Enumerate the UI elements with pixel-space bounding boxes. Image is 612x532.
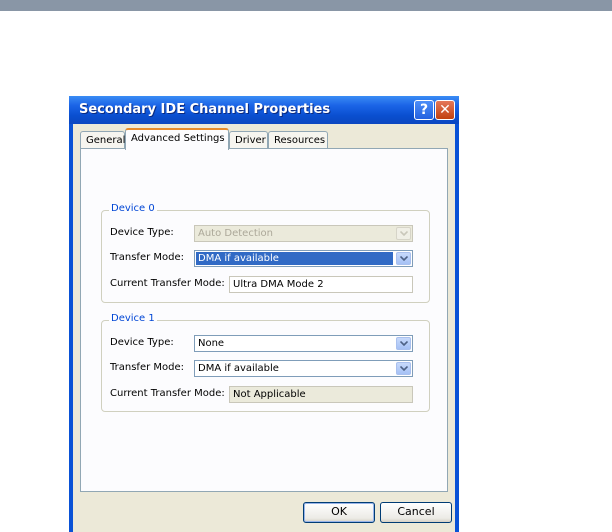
chevron-down-icon: [396, 337, 411, 350]
device0-current-mode-label: Current Transfer Mode:: [110, 278, 225, 289]
device0-transfer-mode-label: Transfer Mode:: [110, 252, 185, 263]
ok-button[interactable]: OK: [303, 502, 375, 523]
device0-device-type-select[interactable]: Auto Detection: [194, 225, 413, 242]
device1-device-type-select[interactable]: None: [194, 335, 413, 352]
tab-general[interactable]: General: [80, 131, 125, 148]
device0-group: Device 0 Device Type: Auto Detection Tra…: [101, 203, 430, 303]
chevron-down-icon: [396, 252, 411, 265]
device1-device-type-value: None: [198, 338, 225, 349]
help-button[interactable]: ?: [414, 100, 434, 120]
device0-transfer-mode-value: DMA if available: [196, 252, 393, 265]
top-decorative-bar: [0, 0, 612, 11]
device1-transfer-mode-value: DMA if available: [198, 363, 279, 374]
title-bar[interactable]: Secondary IDE Channel Properties ? ✕: [69, 96, 459, 124]
close-button[interactable]: ✕: [435, 100, 455, 120]
device1-current-mode-field: Not Applicable: [229, 386, 413, 403]
device0-title: Device 0: [109, 203, 157, 214]
ok-button-label: OK: [331, 505, 347, 518]
device0-device-type-value: Auto Detection: [198, 228, 273, 239]
window-title: Secondary IDE Channel Properties: [79, 102, 331, 117]
device0-device-type-label: Device Type:: [110, 227, 174, 238]
device1-current-mode-label: Current Transfer Mode:: [110, 388, 225, 399]
device1-title: Device 1: [109, 313, 157, 324]
tab-advanced-settings[interactable]: Advanced Settings: [125, 128, 229, 150]
cancel-button-label: Cancel: [397, 505, 435, 518]
device0-current-mode-field: Ultra DMA Mode 2: [229, 276, 413, 293]
properties-dialog: Secondary IDE Channel Properties ? ✕ Gen…: [69, 96, 459, 532]
tab-resources[interactable]: Resources: [268, 131, 328, 148]
tab-driver[interactable]: Driver: [229, 131, 268, 148]
tab-resources-label: Resources: [274, 135, 326, 146]
advanced-settings-panel: Device 0 Device Type: Auto Detection Tra…: [80, 148, 448, 492]
tab-advanced-settings-label: Advanced Settings: [131, 133, 225, 144]
device0-transfer-mode-select[interactable]: DMA if available: [194, 250, 413, 267]
help-icon: ?: [419, 102, 429, 118]
device1-group: Device 1 Device Type: None Transfer Mode…: [101, 313, 430, 412]
dialog-client-area: General Advanced Settings Driver Resourc…: [73, 124, 455, 532]
tab-driver-label: Driver: [235, 135, 266, 146]
device1-transfer-mode-label: Transfer Mode:: [110, 362, 185, 373]
chevron-down-icon: [396, 227, 411, 240]
tab-general-label: General: [86, 135, 126, 146]
cancel-button[interactable]: Cancel: [380, 502, 452, 523]
device1-device-type-label: Device Type:: [110, 337, 174, 348]
device1-transfer-mode-select[interactable]: DMA if available: [194, 360, 413, 377]
close-icon: ✕: [439, 102, 451, 118]
chevron-down-icon: [396, 362, 411, 375]
